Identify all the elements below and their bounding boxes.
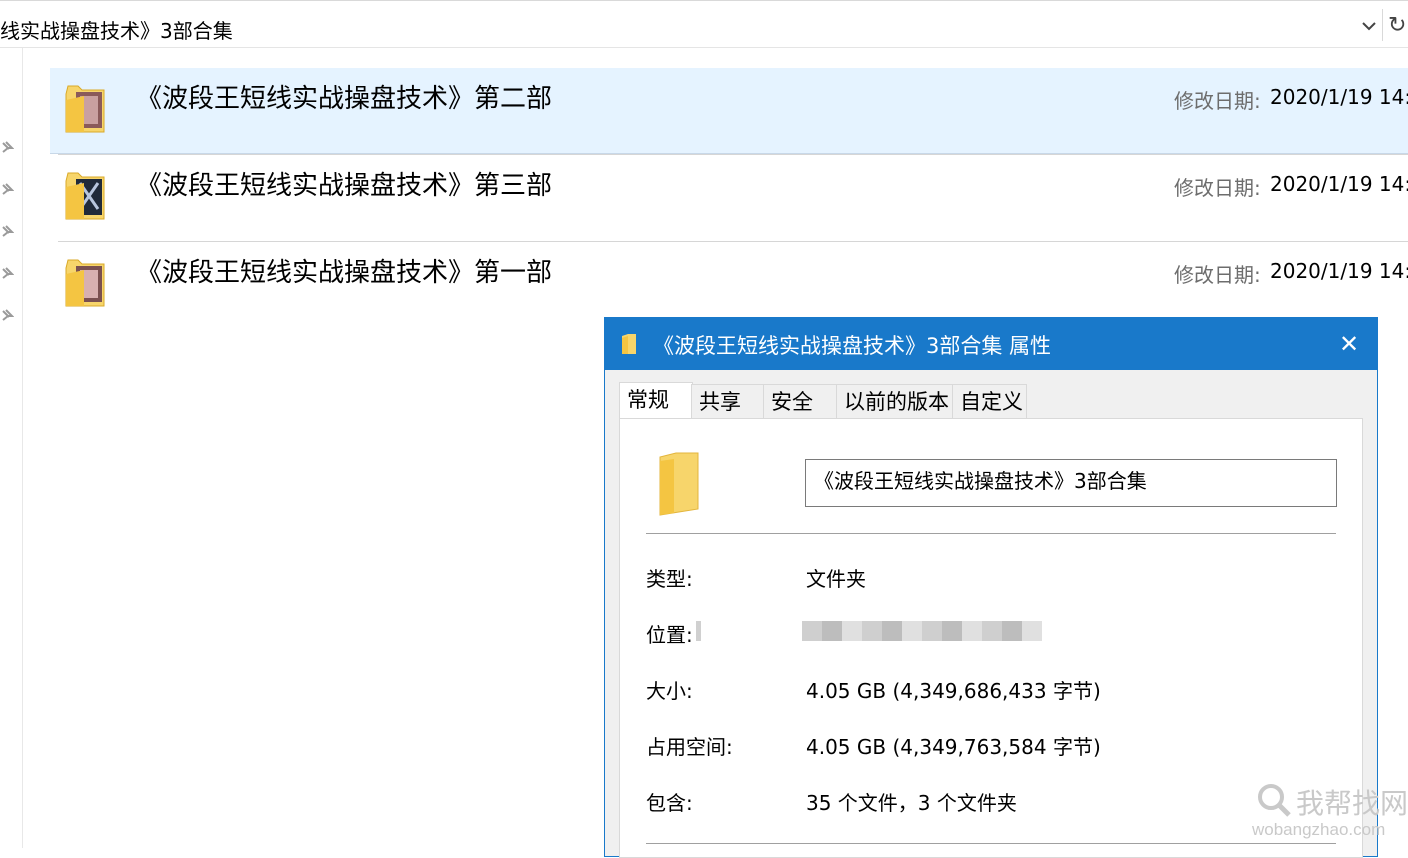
watermark-text: 我帮找网 [1296, 788, 1408, 819]
dialog-title-bar[interactable]: 《波段王短线实战操盘技术》3部合集 属性 ✕ [605, 318, 1377, 370]
tab-sharing[interactable]: 共享 [691, 384, 765, 418]
date-label: 修改日期: [1174, 176, 1261, 200]
address-bar[interactable]: 线实战操盘技术》3部合集 ↻ [0, 0, 1408, 48]
file-row[interactable]: 《波段王短线实战操盘技术》第二部 修改日期: 2020/1/19 14: [50, 68, 1408, 154]
folder-icon [622, 334, 636, 354]
pin-icon[interactable] [0, 266, 14, 280]
date-value: 2020/1/19 14: [1270, 85, 1408, 109]
watermark-url: wobangzhao.com [1252, 820, 1386, 839]
size-value: 4.05 GB (4,349,686,433 字节) [806, 679, 1101, 703]
tab-customize[interactable]: 自定义 [952, 384, 1027, 418]
address-divider [1382, 9, 1383, 41]
chevron-down-icon[interactable] [1360, 17, 1378, 35]
address-path[interactable]: 线实战操盘技术》3部合集 [0, 15, 233, 44]
file-name[interactable]: 《波段王短线实战操盘技术》第三部 [136, 165, 552, 202]
file-name[interactable]: 《波段王短线实战操盘技术》第二部 [136, 78, 552, 115]
date-value: 2020/1/19 14: [1270, 172, 1408, 196]
contains-value: 35 个文件，3 个文件夹 [806, 791, 1017, 815]
tab-security[interactable]: 安全 [763, 384, 838, 418]
file-row[interactable]: 《波段王短线实战操盘技术》第三部 修改日期: 2020/1/19 14: [50, 155, 1408, 241]
properties-dialog[interactable]: 《波段王短线实战操盘技术》3部合集 属性 ✕ 常规 共享 安全 以前的版本 自定… [604, 317, 1378, 858]
watermark: 我帮找网 wobangzhao.com [1252, 778, 1408, 847]
folder-icon [65, 259, 105, 307]
type-label: 类型: [646, 567, 693, 591]
date-value: 2020/1/19 14: [1270, 259, 1408, 283]
file-row[interactable]: 《波段王短线实战操盘技术》第一部 修改日期: 2020/1/19 14: [50, 242, 1408, 328]
tab-previous-versions[interactable]: 以前的版本 [836, 384, 954, 418]
contains-label: 包含: [646, 791, 693, 815]
redacted-location [802, 621, 1042, 641]
tab-general[interactable]: 常规 [619, 382, 693, 418]
disk-size-value: 4.05 GB (4,349,763,584 字节) [806, 735, 1101, 759]
navigation-pane[interactable] [0, 48, 23, 848]
dialog-title: 《波段王短线实战操盘技术》3部合集 属性 [653, 334, 1052, 358]
pin-icon[interactable] [0, 224, 14, 238]
date-label: 修改日期: [1174, 89, 1261, 113]
pin-icon[interactable] [0, 308, 14, 322]
divider [646, 533, 1336, 534]
folder-icon [65, 172, 105, 220]
divider [646, 843, 1336, 844]
folder-name-input[interactable]: 《波段王短线实战操盘技术》3部合集 [805, 459, 1337, 507]
folder-name-value: 《波段王短线实战操盘技术》3部合集 [814, 469, 1147, 493]
pin-icon[interactable] [0, 140, 14, 154]
redacted-mark [696, 621, 701, 641]
folder-icon [65, 85, 105, 133]
size-label: 大小: [646, 679, 693, 703]
pin-icon[interactable] [0, 182, 14, 196]
location-label: 位置: [646, 623, 693, 647]
search-icon [1258, 784, 1291, 817]
refresh-icon[interactable]: ↻ [1388, 13, 1406, 38]
disk-size-label: 占用空间: [646, 735, 733, 759]
date-label: 修改日期: [1174, 263, 1261, 287]
file-name[interactable]: 《波段王短线实战操盘技术》第一部 [136, 252, 552, 289]
folder-icon [659, 452, 699, 516]
close-icon[interactable]: ✕ [1329, 328, 1369, 360]
type-value: 文件夹 [806, 567, 866, 591]
